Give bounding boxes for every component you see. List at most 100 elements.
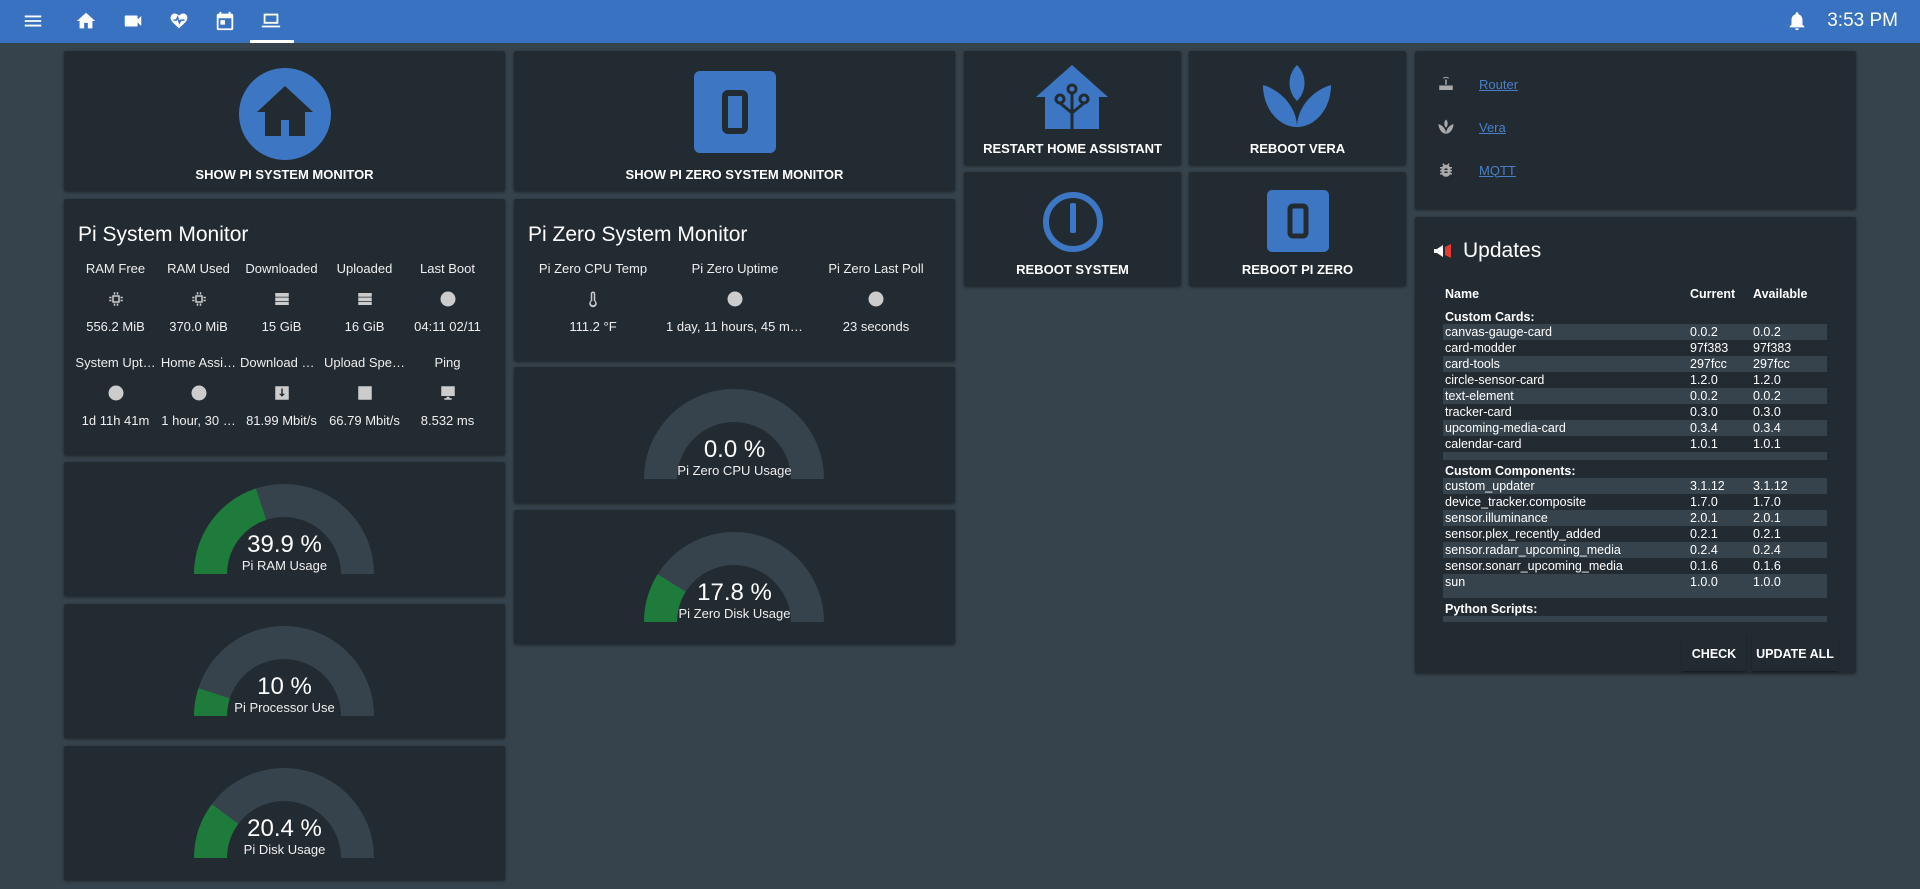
home-circle-icon (239, 68, 331, 160)
pi-zero-cpu-gauge-card[interactable]: 0.0 % Pi Zero CPU Usage (514, 367, 955, 503)
table-row: upcoming-media-card 0.3.4 0.3.4 (1443, 420, 1827, 436)
pi-monitor-title: Pi System Monitor (78, 223, 249, 246)
sensor-label: System Upt… (75, 355, 156, 370)
top-app-bar: 3:53 PM (0, 0, 1920, 43)
chip-icon (191, 292, 206, 306)
table-row: tracker-card 0.3.0 0.3.0 (1445, 405, 1781, 419)
server-icon (357, 293, 372, 305)
thermometer-icon (589, 291, 597, 308)
table-row: device_tracker.composite 1.7.0 1.7.0 (1445, 495, 1781, 509)
sensor-label: Download S… (240, 355, 323, 370)
calendar-icon[interactable] (214, 10, 236, 32)
zero-sensor-value: 23 seconds (842, 319, 910, 334)
table-section-title: Custom Components: (1445, 464, 1576, 478)
upload-icon (357, 386, 372, 400)
sensor-cell[interactable]: Download S… 81.99 Mbit/s (240, 355, 323, 428)
gauge-name: Pi Zero CPU Usage (677, 463, 792, 478)
home-icon[interactable] (75, 10, 97, 32)
vera-leaf-icon (1263, 65, 1331, 127)
home-assistant-icon (1036, 65, 1108, 129)
link-text[interactable]: MQTT (1479, 163, 1516, 178)
zero-sensor-label: Pi Zero Last Poll (828, 261, 924, 276)
zero-sensor-cell[interactable]: Pi Zero Last Poll 23 seconds (807, 261, 945, 334)
gauge-name: Pi RAM Usage (241, 558, 328, 573)
gauge-name: Pi Processor Use (234, 700, 335, 715)
clock-icon (440, 291, 455, 307)
sensor-cell[interactable]: RAM Used 370.0 MiB (157, 261, 240, 334)
reboot-vera-button[interactable]: REBOOT VERA (1189, 51, 1406, 165)
pi-ram-gauge-card[interactable]: 39.9 % Pi RAM Usage (64, 462, 505, 596)
gauge-name: Pi Zero Disk Usage (678, 606, 791, 621)
heart-pulse-icon[interactable] (168, 10, 190, 32)
reboot-pi-zero-button[interactable]: REBOOT PI ZERO (1189, 172, 1406, 286)
link-text[interactable]: Router (1479, 77, 1518, 92)
reboot-system-label: REBOOT SYSTEM (1016, 262, 1129, 277)
sensor-value: 8.532 ms (420, 413, 475, 428)
table-row: sensor.radarr_upcoming_media 0.2.4 0.2.4 (1443, 542, 1827, 558)
sensor-value: 15 GiB (261, 319, 302, 334)
active-tab-indicator (250, 40, 294, 43)
sensor-cell[interactable]: Home Assi… 1 hour, 30 … (157, 355, 240, 428)
video-camera-icon[interactable] (122, 10, 144, 32)
sensor-value: 556.2 MiB (86, 319, 145, 334)
sensor-value: 1 hour, 30 … (161, 413, 236, 428)
link-mqtt[interactable]: MQTT (1437, 161, 1516, 179)
sensor-value: 81.99 Mbit/s (246, 413, 317, 428)
update-all-button[interactable]: UPDATE ALL (1752, 637, 1838, 671)
sensor-label: Upload Spe… (324, 355, 405, 370)
pi-zero-system-monitor-card: Pi Zero System Monitor Pi Zero CPU Temp 1… (514, 199, 955, 361)
bell-icon[interactable] (1786, 10, 1808, 32)
pi-zero-board-icon (694, 71, 776, 153)
zero-sensor-cell[interactable]: Pi Zero Uptime 1 day, 11 hours, 45 mi… (666, 261, 804, 334)
restart-ha-label: RESTART HOME ASSISTANT (983, 141, 1162, 156)
sensor-cell[interactable]: Ping 8.532 ms (406, 355, 489, 428)
sensor-label: Home Assi… (160, 355, 237, 370)
restart-home-assistant-button[interactable]: RESTART HOME ASSISTANT (964, 51, 1181, 165)
updates-table: Name Current Available Custom Cards: canvas-… (1443, 282, 1827, 622)
updates-header: Updates (1431, 239, 1541, 263)
table-row: sensor.plex_recently_added 0.2.1 0.2.1 (1445, 527, 1781, 541)
sensor-cell[interactable]: Uploaded 16 GiB (323, 261, 406, 334)
sensor-cell[interactable]: RAM Free 556.2 MiB (74, 261, 157, 334)
sensor-label: Uploaded (336, 261, 393, 276)
table-row: text-element 0.0.2 0.0.2 (1443, 388, 1827, 404)
sensor-cell[interactable]: Last Boot 04:11 02/11 (406, 261, 489, 334)
table-row: calendar-card 1.0.1 1.0.1 (1445, 437, 1781, 451)
monitor-icon[interactable] (260, 10, 282, 32)
sensor-value: 66.79 Mbit/s (329, 413, 400, 428)
sensor-cell[interactable]: System Upt… 1d 11h 41m (74, 355, 157, 428)
link-vera[interactable]: Vera (1437, 118, 1506, 136)
sensor-cell[interactable]: Upload Spe… 66.79 Mbit/s (323, 355, 406, 428)
bug-icon (1440, 163, 1452, 177)
link-router[interactable]: Router (1437, 75, 1518, 93)
sensor-value: 04:11 02/11 (414, 319, 481, 334)
sensor-cell[interactable]: Downloaded 15 GiB (240, 261, 323, 334)
gauge-arc (193, 625, 374, 716)
clock-icon (108, 385, 123, 401)
show-pi-system-monitor-button[interactable]: SHOW PI SYSTEM MONITOR (64, 51, 505, 191)
zero-sensor-cell[interactable]: Pi Zero CPU Temp 111.2 °F (524, 261, 662, 334)
pi-processor-gauge-card[interactable]: 10 % Pi Processor Use (64, 604, 505, 738)
menu-icon[interactable] (22, 10, 44, 32)
link-text[interactable]: Vera (1479, 120, 1506, 135)
gauge-arc (644, 388, 824, 479)
sensor-value: 1d 11h 41m (81, 413, 150, 428)
pi-disk-gauge-card[interactable]: 20.4 % Pi Disk Usage (64, 746, 505, 880)
check-button[interactable]: CHECK (1682, 637, 1746, 671)
reboot-system-button[interactable]: REBOOT SYSTEM (964, 172, 1181, 286)
table-row: sun 1.0.0 1.0.0 (1443, 574, 1827, 590)
table-row: custom_updater 3.1.12 3.1.12 (1443, 478, 1827, 494)
show-pi-zero-system-monitor-button[interactable]: SHOW PI ZERO SYSTEM MONITOR (514, 51, 955, 191)
desktop-icon (440, 386, 455, 400)
zero-sensor-value: 111.2 °F (569, 319, 617, 334)
table-section-title: Python Scripts: (1445, 602, 1538, 616)
links-card: Router Vera MQTT (1415, 51, 1856, 209)
download-icon (274, 386, 289, 400)
table-header: Name Current Available (1445, 287, 1808, 301)
table-row: card-tools 297fcc 297fcc (1443, 356, 1827, 372)
server-icon (274, 293, 289, 305)
pi-zero-disk-gauge-card[interactable]: 17.8 % Pi Zero Disk Usage (514, 510, 955, 644)
gauge-value: 17.8 % (697, 579, 772, 606)
power-icon (1043, 192, 1103, 252)
sensor-value: 16 GiB (344, 319, 385, 334)
